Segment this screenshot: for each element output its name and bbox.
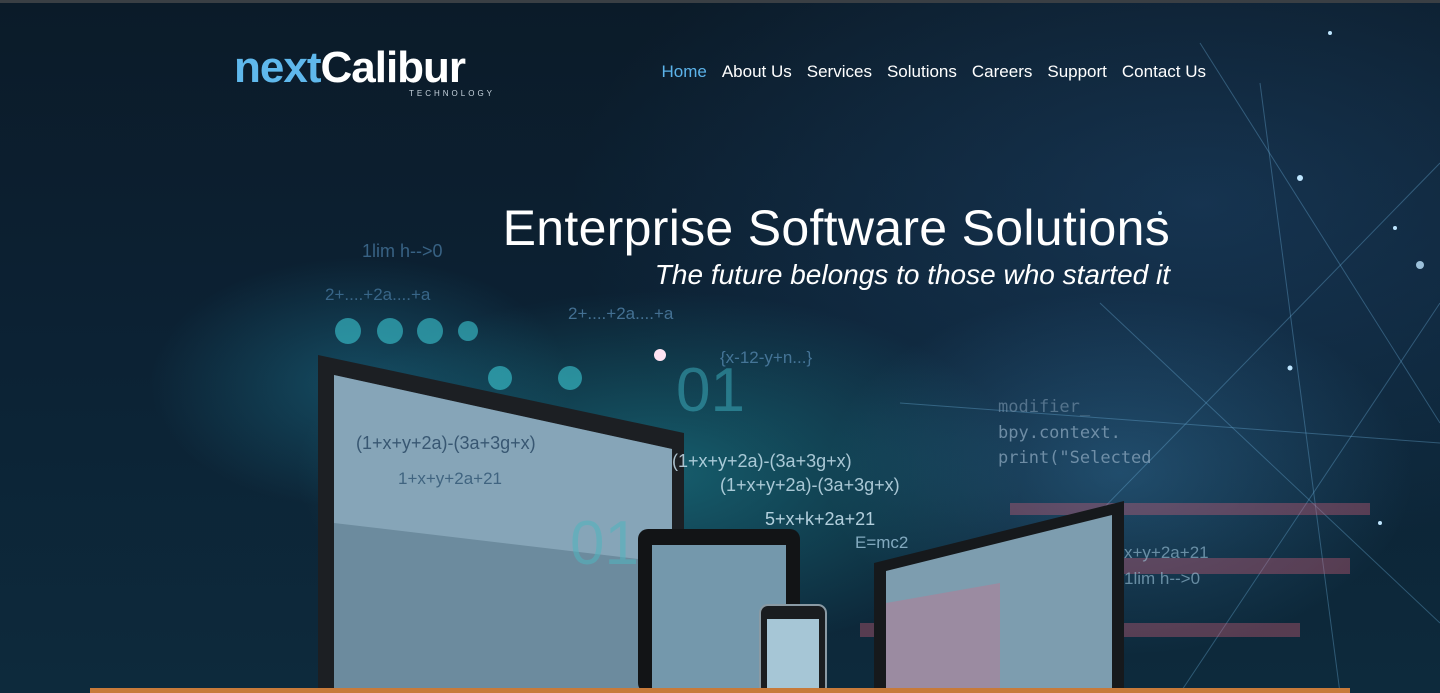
bottom-edge — [90, 688, 1350, 693]
overlay-digits-1: 01 — [676, 356, 745, 425]
hero-title: Enterprise Software Solutions — [502, 200, 1170, 256]
overlay-math-6: (1+x+y+2a)-(3a+3g+x) — [672, 451, 852, 471]
overlay-math-7: (1+x+y+2a)-(3a+3g+x) — [720, 475, 900, 495]
overlay-digits-2: 01 — [570, 509, 639, 578]
hero-tagline: The future belongs to those who started … — [654, 259, 1170, 290]
overlay-math-5: 1+x+y+2a+21 — [398, 469, 502, 488]
overlay-code-2: bpy.context. — [998, 423, 1121, 443]
overlay-math-2: 2+....+2a....+a — [325, 285, 431, 304]
overlay-code-3: print("Selected — [998, 448, 1152, 468]
laptop-illustration — [874, 501, 1124, 693]
logo-calibur: Calibur — [320, 43, 466, 92]
nav-solutions[interactable]: Solutions — [887, 61, 957, 83]
hero-headline: Enterprise Software Solutions The future… — [503, 199, 1170, 293]
logo-next: next — [234, 43, 321, 92]
logo[interactable]: nextCalibur TECHNOLOGY — [234, 43, 504, 103]
overlay-math-11: x+y+2a+21 — [1124, 543, 1209, 562]
nav-support[interactable]: Support — [1047, 61, 1107, 83]
hero-banner: 1lim h-->0 2+....+2a....+a 2+....+2a....… — [0, 3, 1440, 693]
logo-subtitle: TECHNOLOGY — [409, 89, 496, 98]
logo-wordmark: nextCalibur — [234, 43, 466, 93]
nav-home[interactable]: Home — [661, 61, 706, 83]
overlay-math-3: 2+....+2a....+a — [568, 304, 674, 323]
overlay-math-4: (1+x+y+2a)-(3a+3g+x) — [356, 433, 536, 453]
nav-services[interactable]: Services — [807, 61, 872, 83]
overlay-math-1: 1lim h-->0 — [362, 241, 443, 261]
overlay-math-12: 1lim h-->0 — [1124, 569, 1201, 588]
nav-about-us[interactable]: About Us — [722, 61, 792, 83]
overlay-code-1: modifier_ — [998, 397, 1091, 417]
overlay-math-8: 5+x+k+2a+21 — [765, 509, 876, 529]
nav-careers[interactable]: Careers — [972, 61, 1032, 83]
main-nav: Home About Us Services Solutions Careers… — [661, 61, 1206, 83]
phone-illustration — [759, 604, 827, 693]
overlay-math-9: E=mc2 — [855, 533, 909, 552]
nav-contact-us[interactable]: Contact Us — [1122, 61, 1206, 83]
